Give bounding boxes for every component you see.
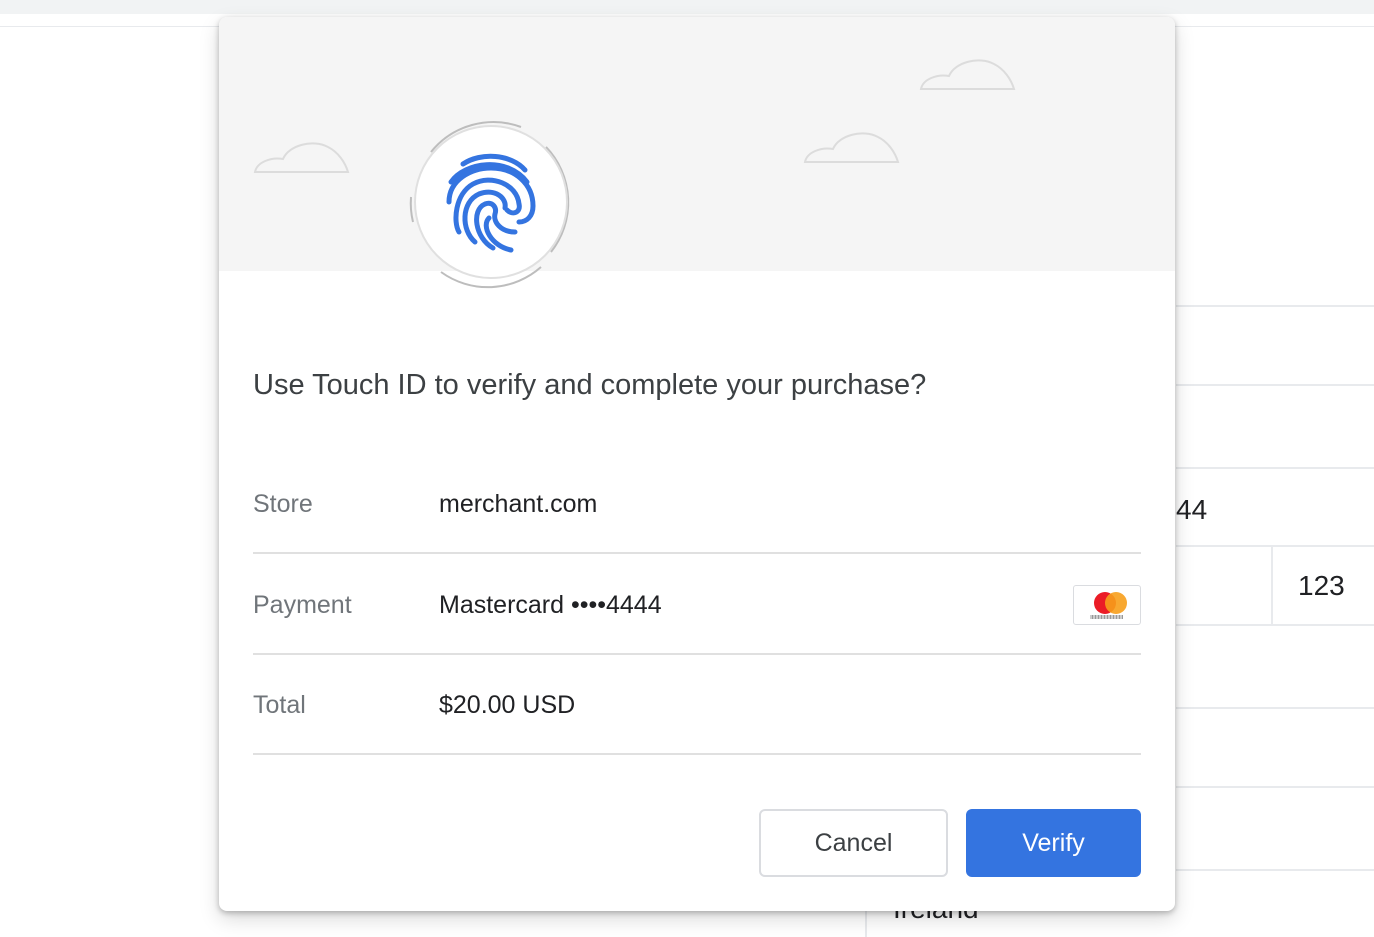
payment-label: Payment (253, 591, 352, 619)
payment-row: Payment Mastercard ••••4444 (253, 555, 1141, 655)
cloud-icon (803, 132, 900, 163)
total-label: Total (253, 691, 306, 719)
total-value: $20.00 USD (439, 691, 576, 719)
fingerprint-badge (401, 112, 581, 292)
total-row: Total $20.00 USD (253, 655, 1141, 755)
payment-value: Mastercard ••••4444 (439, 591, 662, 619)
form-field-divider (1176, 384, 1374, 386)
dialog-header-illustration (219, 17, 1175, 271)
store-label: Store (253, 490, 313, 518)
store-row: Store merchant.com (253, 454, 1141, 554)
form-field-divider (1176, 707, 1374, 709)
cloud-icon (253, 142, 350, 173)
cloud-icon (919, 59, 1016, 90)
form-field-divider (1176, 869, 1374, 871)
cancel-button[interactable]: Cancel (759, 809, 948, 877)
dialog-question: Use Touch ID to verify and complete your… (253, 369, 927, 401)
form-field-divider (1176, 786, 1374, 788)
card-number-fragment[interactable]: 44 (1176, 494, 1207, 526)
form-field-divider (1176, 467, 1374, 469)
field-separator (1271, 545, 1273, 625)
field-separator (865, 911, 867, 937)
form-field-divider (1176, 305, 1374, 307)
store-value: merchant.com (439, 490, 598, 518)
verify-button[interactable]: Verify (966, 809, 1141, 877)
cvc-field-value[interactable]: 123 (1298, 570, 1345, 602)
mastercard-icon (1073, 585, 1141, 625)
form-field-divider (1176, 545, 1374, 547)
browser-top-bar (0, 0, 1374, 14)
form-field-divider (1176, 624, 1374, 626)
touch-id-payment-dialog: Use Touch ID to verify and complete your… (219, 17, 1175, 911)
fingerprint-icon (446, 153, 536, 253)
